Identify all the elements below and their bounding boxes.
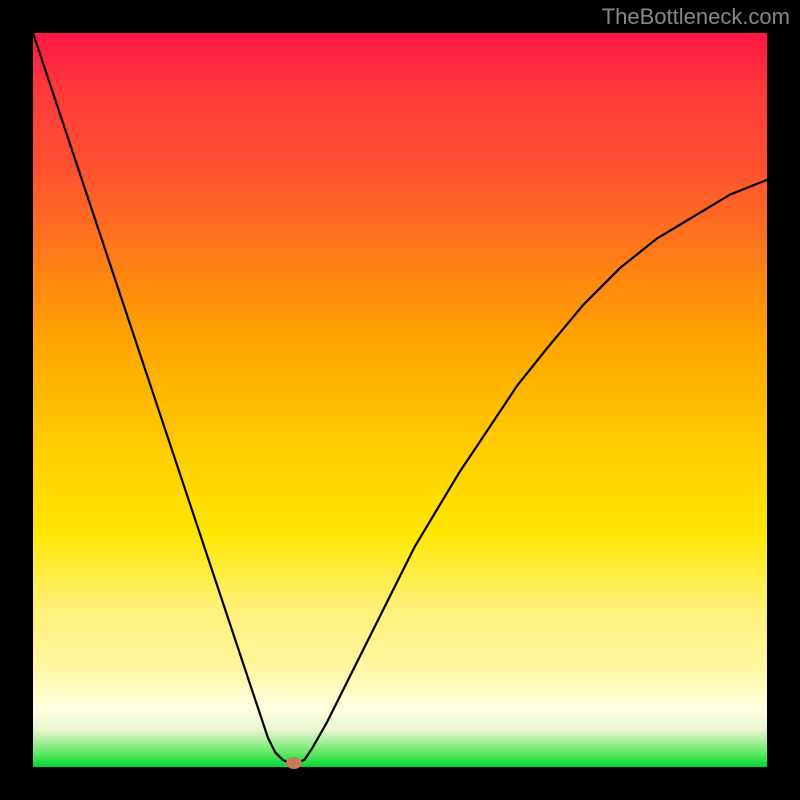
chart-container: TheBottleneck.com	[0, 0, 800, 800]
watermark-text: TheBottleneck.com	[602, 4, 790, 30]
bottleneck-curve	[33, 33, 767, 767]
optimal-point-marker	[286, 757, 302, 769]
